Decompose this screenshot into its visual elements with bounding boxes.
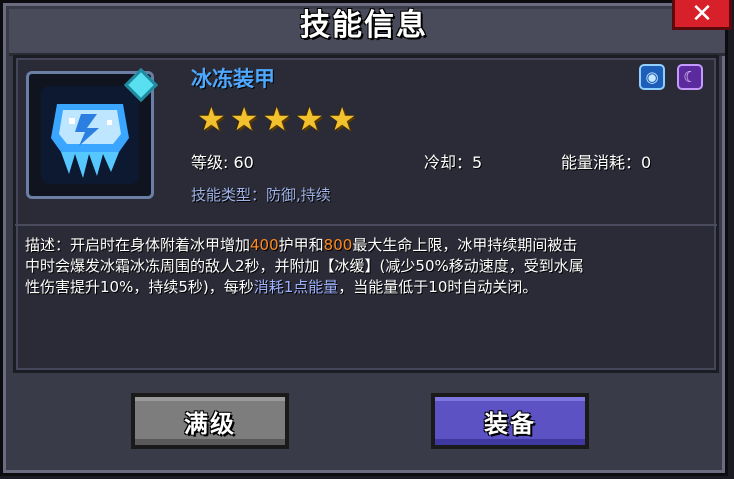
star-rating: ★ ★ ★ ★ ★: [197, 103, 356, 135]
energy-cost-stat: 能量消耗：0: [561, 153, 652, 172]
star-icon: ★: [327, 100, 357, 138]
description-text: ，当能量低于10时自动关闭。: [338, 278, 538, 296]
equip-button[interactable]: 装备: [431, 393, 589, 449]
skill-name: 冰冻装甲: [191, 67, 275, 91]
energy-consumption-highlight: 消耗1点能量: [253, 278, 339, 296]
armor-value: 400: [250, 236, 279, 254]
description-text: 描述：开启时在身体附着冰甲增加: [25, 236, 251, 254]
description-text: 护甲和: [278, 236, 324, 254]
close-icon: ✕: [691, 0, 713, 29]
skill-type: 技能类型：防御,持续: [191, 186, 331, 204]
cooldown-stat: 冷却：5: [424, 153, 483, 172]
skill-info-dialog: 技能信息 冰冻装甲 ★ ★ ★ ★ ★ 等级: 60 冷却：5 能量消耗：0 技…: [0, 0, 734, 479]
star-icon: ★: [262, 100, 292, 138]
hp-value: 800: [323, 236, 353, 254]
skill-description: 描述：开启时在身体附着冰甲增加400护甲和800最大生命上限，冰甲持续期间被击 …: [25, 235, 705, 298]
shield-icon: ◉: [639, 64, 665, 90]
star-icon: ★: [197, 100, 226, 138]
magic-icon: ☾: [677, 64, 703, 90]
level-stat: 等级: 60: [191, 153, 254, 172]
dialog-title: 技能信息: [300, 8, 428, 43]
section-divider: [15, 224, 717, 226]
star-icon: ★: [295, 100, 324, 138]
max-level-button[interactable]: 满级: [131, 393, 289, 449]
close-button[interactable]: ✕: [672, 0, 732, 30]
star-icon: ★: [229, 100, 259, 138]
dialog-panel: 技能信息 冰冻装甲 ★ ★ ★ ★ ★ 等级: 60 冷却：5 能量消耗：0 技…: [0, 0, 728, 476]
